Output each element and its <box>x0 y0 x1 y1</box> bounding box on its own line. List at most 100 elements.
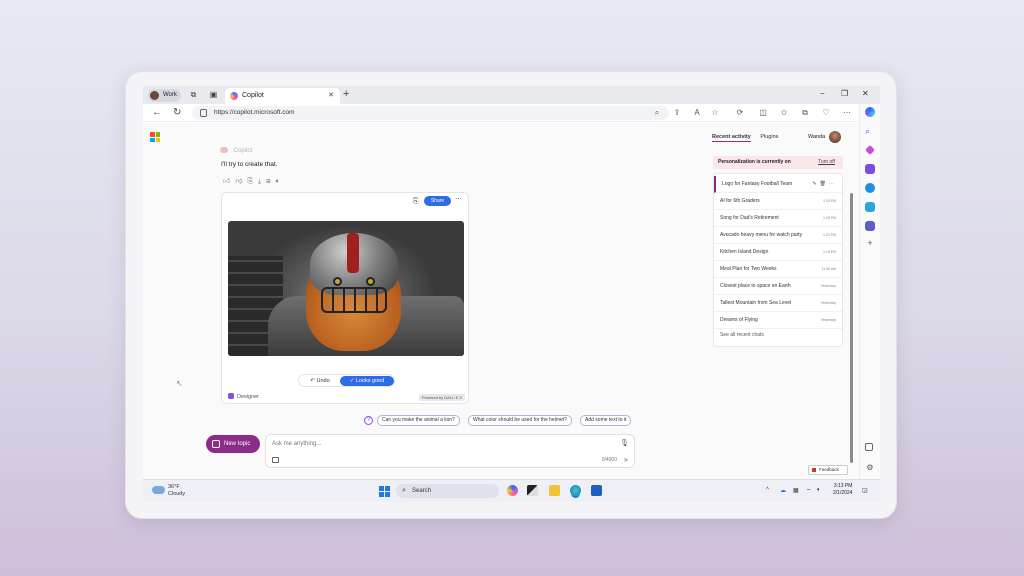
close-tab-icon[interactable]: ✕ <box>328 88 334 104</box>
microsoft-logo-icon[interactable] <box>150 132 160 142</box>
suggestion-chip[interactable]: Can you make the animal a lion? <box>377 415 460 426</box>
download-icon[interactable]: ⤓ <box>258 178 266 185</box>
workspaces-icon[interactable]: ⧉ <box>189 90 198 99</box>
history-item[interactable]: AI for 6th Graders 1:33 PM <box>714 193 842 210</box>
tab-plugins[interactable]: Plugins <box>760 134 778 140</box>
store-icon[interactable] <box>591 485 602 496</box>
extensions-icon[interactable]: ⟳ <box>735 108 745 117</box>
copy-icon[interactable]: ⎘ <box>247 178 258 185</box>
profile-button[interactable]: Work <box>148 89 181 102</box>
tab-actions-icon[interactable]: ▣ <box>209 90 218 99</box>
personalization-banner: Personalization is currently on Turn off <box>713 156 843 169</box>
taskbar-search[interactable]: ⌕ Search <box>396 484 499 498</box>
teams-icon[interactable] <box>865 221 875 231</box>
undo-button[interactable]: ↶ Undo <box>301 376 339 386</box>
send-icon[interactable]: ➤ <box>623 456 629 464</box>
weather-widget[interactable]: 36°F Cloudy <box>152 484 185 498</box>
favorite-star-icon[interactable]: ☆ <box>710 108 720 117</box>
games-icon[interactable] <box>865 202 875 212</box>
add-image-icon[interactable] <box>272 457 279 463</box>
thumbs-up-icon[interactable]: 👍︎ <box>223 178 235 185</box>
more-icon[interactable]: ⋯ <box>829 181 837 187</box>
refresh-icon[interactable]: ↻ <box>173 107 181 118</box>
address-bar[interactable]: https://copilot.microsoft.com <box>192 106 669 120</box>
add-sidebar-app-icon[interactable]: + <box>865 238 875 248</box>
hide-sidebar-icon[interactable] <box>865 443 873 451</box>
more-options-icon[interactable]: ⋯ <box>455 195 462 203</box>
image-feedback-group: ↶ Undo ✓ Looks good <box>298 374 395 387</box>
delete-icon[interactable]: 🗑︎ <box>820 181 829 187</box>
read-aloud-icon[interactable]: A <box>692 108 702 117</box>
avatar[interactable] <box>829 131 841 143</box>
microphone-icon[interactable]: 🎙︎ <box>620 439 629 447</box>
app-available-icon[interactable]: ⇪ <box>672 108 682 117</box>
suggestions-help-icon[interactable]: ? <box>364 416 373 425</box>
copilot-taskbar-icon[interactable] <box>507 485 518 496</box>
restore-icon[interactable]: ❐ <box>841 89 848 98</box>
volume-icon[interactable]: 🔈︎ <box>817 487 821 494</box>
generated-image[interactable] <box>228 221 464 356</box>
page-scrollbar[interactable] <box>850 193 853 463</box>
back-icon[interactable]: ← <box>152 107 162 118</box>
history-item[interactable]: Avocado heavy menu for watch party 1:22 … <box>714 227 842 244</box>
edge-sidebar: ⌕ + ⚙ <box>859 104 880 479</box>
image-card: ⎘ Share ⋯ ↶ Undo ✓ Looks good Designer P… <box>221 192 469 404</box>
browser-essentials-icon[interactable]: ♡ <box>821 108 831 117</box>
see-all-recent-link[interactable]: See all recent chats <box>720 332 764 338</box>
minimize-icon[interactable]: − <box>820 89 825 98</box>
tab-recent-activity[interactable]: Recent activity <box>712 134 751 142</box>
looks-good-label: Looks good <box>355 378 385 384</box>
tray-app-icon[interactable]: ▦ <box>793 487 799 494</box>
sidebar-settings-icon[interactable]: ⚙ <box>865 463 875 473</box>
history-item[interactable]: Logo for Fantasy Football Team ✎🗑︎⋯ <box>714 176 842 193</box>
taskbar-search-label: Search <box>412 488 432 494</box>
designer-link[interactable]: Designer <box>228 393 259 400</box>
file-explorer-icon[interactable] <box>549 485 560 496</box>
collections-icon[interactable]: ⧉ <box>800 108 810 118</box>
edge-taskbar-icon[interactable] <box>570 485 581 496</box>
looks-good-button[interactable]: ✓ Looks good <box>340 376 394 386</box>
history-item[interactable]: Kitchen Island Design 1:15 PM <box>714 244 842 261</box>
history-item[interactable]: Dreams of Flying Yesterday <box>714 312 842 329</box>
speaker-icon[interactable]: 🔈︎ <box>276 178 285 185</box>
lock-icon <box>200 109 207 117</box>
settings-more-icon[interactable]: ⋯ <box>842 108 852 117</box>
thumbs-down-icon[interactable]: 👎︎ <box>235 178 247 185</box>
edit-icon[interactable]: ✎ <box>812 181 819 187</box>
start-button-icon[interactable] <box>379 486 390 497</box>
history-item[interactable]: Tallest Mountain from Sea Level Yesterda… <box>714 295 842 312</box>
image-cat-eye <box>333 277 342 286</box>
suggestion-chip[interactable]: What color should be used for the helmet… <box>468 415 572 426</box>
history-title: Meal Plan for Two Weeks <box>720 266 777 272</box>
copilot-sidebar-icon[interactable] <box>865 107 875 117</box>
task-view-icon[interactable] <box>527 485 538 496</box>
tray-overflow-icon[interactable]: ^ <box>766 487 769 493</box>
history-item[interactable]: Closest place to space on Earth Yesterda… <box>714 278 842 295</box>
zoom-icon[interactable]: ⌕ <box>652 108 662 118</box>
history-item[interactable]: Song for Dad's Retirement 1:28 PM <box>714 210 842 227</box>
notifications-icon[interactable]: ◲ <box>862 487 868 494</box>
ask-input-box[interactable]: Ask me anything... 🎙︎ 0/4000 ➤ <box>265 434 635 468</box>
tools-icon[interactable] <box>865 164 875 174</box>
share-button[interactable]: Share <box>424 196 451 206</box>
new-tab-icon[interactable]: + <box>343 88 349 100</box>
suggestion-chip[interactable]: Add some text to it <box>580 415 632 426</box>
new-topic-button[interactable]: New topic <box>206 435 260 453</box>
shopping-icon[interactable] <box>865 145 875 155</box>
feedback-button[interactable]: Feedback <box>808 465 848 475</box>
close-window-icon[interactable]: ✕ <box>862 89 869 98</box>
copy-image-icon[interactable]: ⎘ <box>413 198 419 206</box>
favorites-icon[interactable]: ✩ <box>779 108 789 117</box>
outlook-icon[interactable] <box>865 183 875 193</box>
network-icon[interactable]: ⌔ <box>806 487 812 495</box>
history-item[interactable]: Meal Plan for Two Weeks 11:35 AM <box>714 261 842 278</box>
system-clock[interactable]: 3:13 PM 2/1/2024 <box>833 483 852 497</box>
turn-off-link[interactable]: Turn off <box>818 156 835 169</box>
onedrive-icon[interactable]: ☁ <box>780 487 786 494</box>
split-screen-icon[interactable]: ◫ <box>758 108 768 117</box>
image-facemask <box>321 287 387 313</box>
search-icon[interactable]: ⌕ <box>865 126 875 136</box>
user-name: Wanda <box>808 134 826 140</box>
export-icon[interactable]: ⊞ <box>266 178 275 185</box>
tab-copilot[interactable]: Copilot ✕ <box>225 88 340 104</box>
